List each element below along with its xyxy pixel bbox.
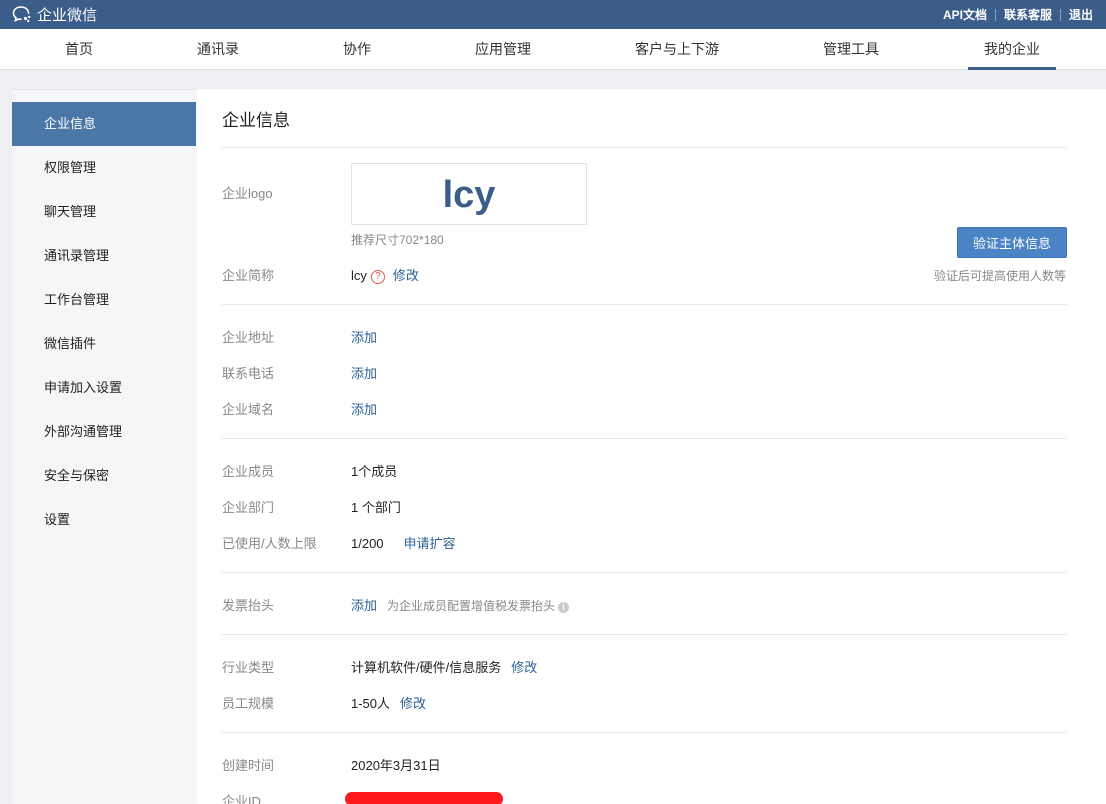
short-name-value: lcy (351, 268, 367, 283)
divider (222, 634, 1067, 635)
scale-label: 员工规模 (222, 696, 275, 711)
corp-id-label: 企业ID (222, 794, 262, 804)
usage-row: 1/200 申请扩容 (351, 533, 456, 552)
divider (1059, 8, 1061, 21)
nav-collaboration[interactable]: 协作 (328, 29, 386, 70)
invoice-label: 发票抬头 (222, 598, 275, 613)
verify-hint: 验证后可提高使用人数等 (934, 269, 1067, 283)
redacted-corp-id (345, 792, 503, 804)
nav-app-management[interactable]: 应用管理 (462, 29, 544, 70)
add-domain-link[interactable]: 添加 (351, 399, 377, 418)
sidebar-item-security[interactable]: 安全与保密 (12, 454, 196, 498)
edit-short-name-link[interactable]: 修改 (393, 268, 419, 283)
add-invoice-link[interactable]: 添加 (351, 598, 377, 613)
members-label: 企业成员 (222, 464, 275, 479)
main-panel: 企业信息 企业logo lcy 推荐尺寸702*180 验证主体信息 验证后可提… (197, 89, 1106, 804)
divider (222, 304, 1067, 305)
brand[interactable]: 企业微信 (12, 4, 97, 24)
invoice-row: 添加 为企业成员配置增值税发票抬头 i (351, 595, 570, 614)
add-address-link[interactable]: 添加 (351, 327, 377, 346)
verify-entity-button[interactable]: 验证主体信息 (957, 227, 1067, 258)
app-name: 企业微信 (37, 6, 98, 24)
sidebar-item-chat[interactable]: 聊天管理 (12, 190, 196, 234)
add-phone-link[interactable]: 添加 (351, 363, 377, 382)
divider (222, 572, 1067, 573)
divider (222, 732, 1067, 733)
scale-row: 1-50人 修改 (351, 693, 426, 712)
logo-label: 企业logo (222, 186, 273, 201)
edit-scale-link[interactable]: 修改 (400, 696, 426, 711)
sidebar-item-join-settings[interactable]: 申请加入设置 (12, 366, 196, 410)
logo-size-hint: 推荐尺寸702*180 (351, 233, 444, 247)
top-links: API文档 联系客服 退出 (943, 6, 1093, 23)
info-circle-icon[interactable]: i (558, 602, 570, 613)
apply-expansion-link[interactable]: 申请扩容 (404, 536, 456, 551)
industry-value: 计算机软件/硬件/信息服务 (351, 660, 502, 675)
sidebar: 企业信息 权限管理 聊天管理 通讯录管理 工作台管理 微信插件 申请加入设置 外… (12, 89, 197, 804)
divider (222, 438, 1067, 439)
divider (994, 8, 996, 21)
sidebar-item-settings[interactable]: 设置 (12, 498, 196, 542)
created-value: 2020年3月31日 (351, 758, 441, 773)
nav-contacts[interactable]: 通讯录 (184, 29, 252, 70)
short-name-label: 企业简称 (222, 268, 275, 283)
contact-support-link[interactable]: 联系客服 (1004, 6, 1052, 23)
short-name-row: lcy? 修改 (351, 265, 419, 284)
address-label: 企业地址 (222, 330, 275, 345)
departments-value: 1 个部门 (351, 500, 401, 515)
company-logo[interactable]: lcy (351, 163, 587, 225)
invoice-hint: 为企业成员配置增值税发票抬头 (387, 599, 556, 613)
sidebar-item-contacts[interactable]: 通讯录管理 (12, 234, 196, 278)
members-value: 1个成员 (351, 464, 398, 479)
usage-label: 已使用/人数上限 (222, 536, 317, 551)
sidebar-item-external[interactable]: 外部沟通管理 (12, 410, 196, 454)
nav-home[interactable]: 首页 (50, 29, 108, 70)
sidebar-item-permissions[interactable]: 权限管理 (12, 146, 196, 190)
nav-my-company[interactable]: 我的企业 (968, 29, 1056, 70)
sidebar-item-wechat-plugin[interactable]: 微信插件 (12, 322, 196, 366)
divider (222, 147, 1067, 148)
created-label: 创建时间 (222, 758, 275, 773)
main-nav: 首页 通讯录 协作 应用管理 客户与上下游 管理工具 我的企业 (0, 29, 1106, 70)
domain-label: 企业域名 (222, 402, 275, 417)
departments-label: 企业部门 (222, 500, 275, 515)
sidebar-item-workbench[interactable]: 工作台管理 (12, 278, 196, 322)
edit-industry-link[interactable]: 修改 (511, 660, 537, 675)
question-circle-icon[interactable]: ? (370, 270, 385, 284)
industry-row: 计算机软件/硬件/信息服务 修改 (351, 657, 537, 676)
industry-label: 行业类型 (222, 660, 275, 675)
phone-label: 联系电话 (222, 366, 275, 381)
page-title: 企业信息 (222, 111, 290, 130)
api-docs-link[interactable]: API文档 (943, 6, 987, 23)
top-bar: 企业微信 API文档 联系客服 退出 (0, 0, 1106, 29)
logout-link[interactable]: 退出 (1069, 6, 1093, 23)
chat-bubble-icon (12, 6, 31, 23)
nav-customers[interactable]: 客户与上下游 (622, 29, 732, 70)
sidebar-item-company-info[interactable]: 企业信息 (12, 102, 196, 146)
usage-value: 1/200 (351, 536, 384, 551)
nav-management-tools[interactable]: 管理工具 (810, 29, 892, 70)
scale-value: 1-50人 (351, 696, 391, 711)
